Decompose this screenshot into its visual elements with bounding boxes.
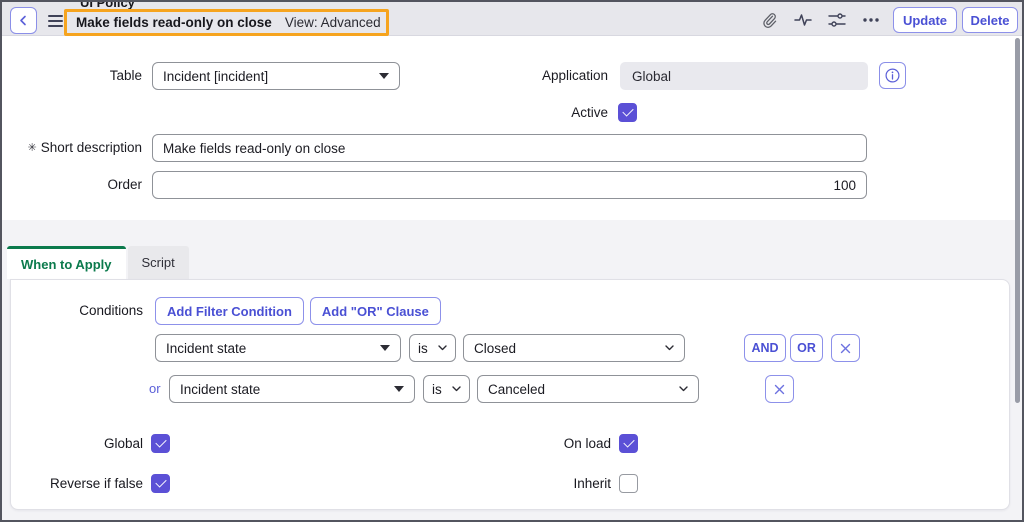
- or-prefix-label: or: [149, 381, 161, 396]
- remove-condition-button[interactable]: [831, 334, 860, 362]
- inherit-checkbox[interactable]: [619, 474, 638, 493]
- dropdown-arrow-icon: [394, 386, 404, 392]
- on-load-label: On load: [461, 434, 611, 453]
- paperclip-icon: [761, 12, 777, 29]
- and-button[interactable]: AND: [744, 334, 786, 362]
- condition-buttons: Add Filter Condition Add "OR" Clause: [155, 297, 441, 325]
- delete-button[interactable]: Delete: [962, 7, 1018, 33]
- table-label: Table: [2, 62, 142, 90]
- application-info-button[interactable]: [879, 62, 906, 89]
- active-label: Active: [468, 103, 608, 122]
- remove-condition-button[interactable]: [765, 375, 794, 403]
- more-options-button[interactable]: [861, 10, 881, 30]
- tab-strip: When to Apply Script: [7, 246, 189, 279]
- short-description-label-text: Short description: [41, 140, 142, 155]
- hamburger-menu-icon[interactable]: [48, 12, 63, 26]
- tab-section: When to Apply Script Conditions Add Filt…: [2, 220, 1022, 522]
- attachment-button[interactable]: [759, 10, 779, 30]
- conditions-label: Conditions: [11, 297, 143, 324]
- condition-field-value: Incident state: [180, 382, 388, 397]
- dropdown-arrow-icon: [379, 73, 389, 79]
- condition-value-select[interactable]: Canceled: [477, 375, 699, 403]
- short-description-input[interactable]: [152, 134, 867, 162]
- dropdown-arrow-icon: [380, 345, 390, 351]
- when-to-apply-panel: Conditions Add Filter Condition Add "OR"…: [10, 279, 1010, 510]
- application-value: Global: [632, 69, 671, 84]
- chevron-down-icon: [438, 345, 447, 351]
- close-x-icon: [774, 384, 785, 395]
- view-label: View: Advanced: [285, 15, 381, 30]
- on-load-checkbox[interactable]: [619, 434, 638, 453]
- order-label: Order: [2, 171, 142, 199]
- info-circle-icon: [885, 68, 900, 83]
- condition-operator-select[interactable]: is: [409, 334, 456, 362]
- condition-field-select[interactable]: Incident state: [155, 334, 401, 362]
- condition-operator-select[interactable]: is: [423, 375, 470, 403]
- condition-value-value: Closed: [474, 341, 659, 356]
- order-input[interactable]: [152, 171, 867, 199]
- condition-operator-value: is: [418, 341, 432, 356]
- reverse-if-false-label: Reverse if false: [11, 474, 143, 493]
- title-highlight-box: Make fields read-only on close View: Adv…: [64, 9, 389, 36]
- chevron-left-icon: [18, 15, 29, 26]
- condition-field-select[interactable]: Incident state: [169, 375, 415, 403]
- application-field[interactable]: Global: [620, 62, 868, 90]
- condition-value-select[interactable]: Closed: [463, 334, 685, 362]
- condition-value-value: Canceled: [488, 382, 673, 397]
- table-select-value: Incident [incident]: [163, 69, 373, 84]
- global-label: Global: [11, 434, 143, 453]
- add-filter-condition-button[interactable]: Add Filter Condition: [155, 297, 304, 325]
- close-x-icon: [840, 343, 851, 354]
- active-checkbox[interactable]: [618, 103, 637, 122]
- ellipsis-icon: [862, 18, 880, 22]
- required-field-icon: ✳: [27, 142, 36, 154]
- inherit-label: Inherit: [461, 474, 611, 493]
- chevron-down-icon: [679, 386, 688, 392]
- header-bar: UI Policy Make fields read-only on close…: [2, 2, 1022, 36]
- tab-script[interactable]: Script: [128, 246, 189, 279]
- activity-stream-button[interactable]: [793, 10, 813, 30]
- add-or-clause-button[interactable]: Add "OR" Clause: [310, 297, 441, 325]
- chevron-down-icon: [665, 345, 674, 351]
- update-button[interactable]: Update: [893, 7, 957, 33]
- short-description-label: ✳ Short description: [2, 134, 142, 162]
- personalize-form-button[interactable]: [827, 10, 847, 30]
- form-section: Table Incident [incident] Application Gl…: [2, 37, 1022, 220]
- condition-field-value: Incident state: [166, 341, 374, 356]
- scrollbar-thumb[interactable]: [1015, 38, 1020, 403]
- activity-stream-icon: [794, 13, 812, 27]
- reverse-if-false-checkbox[interactable]: [151, 474, 170, 493]
- or-button[interactable]: OR: [790, 334, 823, 362]
- record-title: Make fields read-only on close: [76, 15, 272, 30]
- application-label: Application: [468, 62, 608, 90]
- ui-policy-form-screen: UI Policy Make fields read-only on close…: [0, 0, 1024, 522]
- condition-operator-value: is: [432, 382, 446, 397]
- sliders-icon: [828, 13, 846, 27]
- tab-when-to-apply[interactable]: When to Apply: [7, 246, 126, 279]
- table-select[interactable]: Incident [incident]: [152, 62, 400, 90]
- chevron-down-icon: [452, 386, 461, 392]
- global-checkbox[interactable]: [151, 434, 170, 453]
- back-button[interactable]: [10, 7, 37, 34]
